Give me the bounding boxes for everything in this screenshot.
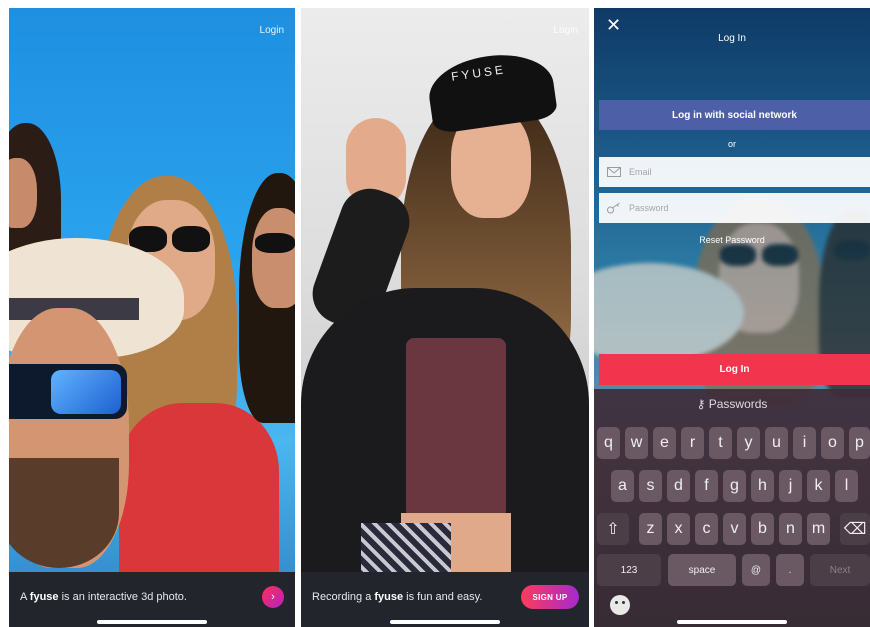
key-h[interactable]: h — [751, 470, 774, 502]
key-p[interactable]: p — [849, 427, 870, 459]
key-b[interactable]: b — [751, 513, 774, 545]
key-e[interactable]: e — [653, 427, 676, 459]
on-screen-keyboard: ⚷ Passwords q w e r t y u i o p a s d f … — [594, 389, 870, 627]
intro-screen-1: Login A fyuse is an interactive 3d photo… — [9, 8, 295, 627]
key-g[interactable]: g — [723, 470, 746, 502]
key-c[interactable]: c — [695, 513, 718, 545]
page-title: Log In — [718, 33, 746, 44]
numbers-key[interactable]: 123 — [597, 554, 661, 586]
key-x[interactable]: x — [667, 513, 690, 545]
key-icon: ⚷ — [696, 397, 706, 411]
key-k[interactable]: k — [807, 470, 830, 502]
key-a[interactable]: a — [611, 470, 634, 502]
at-key[interactable]: @ — [742, 554, 770, 586]
home-indicator — [97, 620, 207, 624]
reset-password-link[interactable]: Reset Password — [594, 235, 870, 245]
password-input[interactable] — [629, 203, 829, 213]
shift-key[interactable]: ⇧ — [597, 513, 629, 545]
delete-key[interactable]: ⌫ — [840, 513, 870, 545]
home-indicator — [677, 620, 787, 624]
key-i[interactable]: i — [793, 427, 816, 459]
key-z[interactable]: z — [639, 513, 662, 545]
key-w[interactable]: w — [625, 427, 648, 459]
envelope-icon — [607, 167, 621, 177]
login-screen: ✕ Log In Log in with social network or R… — [594, 8, 870, 627]
chevron-right-icon: › — [271, 591, 275, 603]
key-u[interactable]: u — [765, 427, 788, 459]
next-key[interactable]: Next — [810, 554, 870, 586]
key-y[interactable]: y — [737, 427, 760, 459]
emoji-icon[interactable] — [610, 595, 630, 615]
intro-caption: Recording a fyuse is fun and easy. — [312, 591, 483, 603]
password-field[interactable] — [599, 193, 870, 223]
intro-screen-2: FYUSE Login Recording a fyuse is fun and… — [301, 8, 589, 627]
intro-caption: A fyuse is an interactive 3d photo. — [20, 591, 187, 603]
key-r[interactable]: r — [681, 427, 704, 459]
sign-up-button[interactable]: SIGN UP — [521, 585, 579, 609]
intro-bottom-bar: Recording a fyuse is fun and easy. SIGN … — [301, 572, 589, 627]
key-l[interactable]: l — [835, 470, 858, 502]
key-n[interactable]: n — [779, 513, 802, 545]
close-icon[interactable]: ✕ — [606, 16, 621, 34]
key-f[interactable]: f — [695, 470, 718, 502]
dot-key[interactable]: . — [776, 554, 804, 586]
space-key[interactable]: space — [668, 554, 736, 586]
key-m[interactable]: m — [807, 513, 830, 545]
next-button[interactable]: › — [262, 586, 284, 608]
passwords-suggestion[interactable]: ⚷ Passwords — [594, 397, 870, 411]
key-t[interactable]: t — [709, 427, 732, 459]
suggestion-label: Passwords — [708, 397, 768, 411]
email-field[interactable] — [599, 157, 870, 187]
email-input[interactable] — [629, 167, 829, 177]
shift-icon: ⇧ — [606, 521, 620, 538]
key-d[interactable]: d — [667, 470, 690, 502]
login-link[interactable]: Login — [554, 25, 578, 36]
or-divider: or — [727, 139, 736, 149]
login-button[interactable]: Log In — [599, 354, 870, 385]
intro-bottom-bar: A fyuse is an interactive 3d photo. › — [9, 572, 295, 627]
login-link[interactable]: Login — [260, 25, 284, 36]
key-o[interactable]: o — [821, 427, 844, 459]
backspace-icon: ⌫ — [843, 521, 867, 538]
key-icon — [607, 202, 620, 214]
key-j[interactable]: j — [779, 470, 802, 502]
key-q[interactable]: q — [597, 427, 620, 459]
home-indicator — [390, 620, 500, 624]
key-v[interactable]: v — [723, 513, 746, 545]
social-login-button[interactable]: Log in with social network — [599, 100, 870, 130]
key-s[interactable]: s — [639, 470, 662, 502]
